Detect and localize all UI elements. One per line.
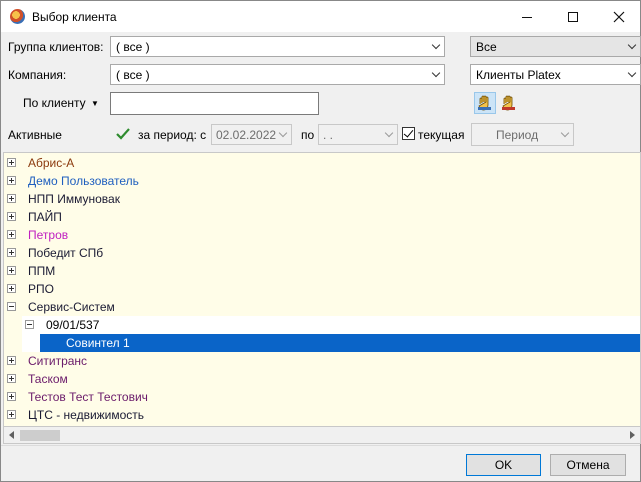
tree-row[interactable]: Сервис-Систем [4,298,640,316]
tree-row-label: Победит СПб [28,246,104,260]
group-label: Группа клиентов: [8,40,104,54]
tree-row[interactable]: 09/01/537 [4,316,640,334]
tree-row-label: Демо Пользователь [28,174,139,188]
client-tree[interactable]: Абрис-А Демо Пользователь НПП Иммуновак ПАЙ… [3,152,641,427]
period-to-label: по [301,128,315,142]
expand-icon[interactable] [7,374,16,383]
tree-row-label: Абрис-А [28,156,75,170]
tree-row[interactable]: ПАЙП [4,208,640,226]
tree-row[interactable]: Сититранс [4,352,640,370]
tree-row-label: ППМ [28,264,56,278]
tree-row-label: НПП Иммуновак [28,192,120,206]
current-label: текущая [418,128,465,142]
tree-row[interactable]: Тестов Тест Тестович [4,388,640,406]
group-combo[interactable]: ( все ) [110,36,445,57]
window-title: Выбор клиента [32,10,117,24]
tree-row[interactable]: Демо Пользователь [4,172,640,190]
tree-row-label: ПАЙП [28,210,62,224]
company-label: Компания: [8,68,67,82]
date-from-value: 02.02.2022 [216,128,277,142]
collapse-icon[interactable] [25,320,34,329]
hand-deselect-button[interactable] [498,92,520,114]
maximize-button[interactable] [550,1,596,33]
expand-icon[interactable] [7,392,16,401]
company-combo-value: ( все ) [116,68,150,82]
close-icon [613,11,625,23]
tree-row-label: Таском [28,372,68,386]
ok-button[interactable]: OK [466,454,541,476]
caret-down-icon: ▼ [91,99,99,108]
tree-row-label: Петров [28,228,69,242]
tree-row[interactable]: НПП Иммуновак [4,190,640,208]
tree-row-label: Сититранс [28,354,88,368]
client-type-combo[interactable]: Клиенты Platex [470,64,641,85]
tree-row-selected[interactable]: Совинтел 1 [4,334,640,352]
tree-row[interactable]: Абрис-А [4,154,640,172]
expand-icon[interactable] [7,230,16,239]
tree-row[interactable]: Таском [4,370,640,388]
tree-row[interactable]: Петров [4,226,640,244]
minimize-icon [522,16,532,18]
chevron-down-icon [432,42,441,51]
hand-select-button[interactable] [474,92,496,114]
tree-row-label: ЦТС - недвижимость [28,408,145,422]
date-from-picker[interactable]: 02.02.2022 [211,124,292,145]
expand-icon[interactable] [7,176,16,185]
hand-icon [502,95,515,111]
expand-icon[interactable] [7,212,16,221]
horizontal-scrollbar[interactable] [3,427,641,444]
collapse-icon[interactable] [7,302,16,311]
current-checkbox[interactable] [402,127,415,140]
status-combo-value: Все [476,40,497,54]
tree-row-label: Сервис-Систем [28,300,115,314]
tree-row-label: РПО [28,282,54,296]
period-button[interactable]: Период [471,123,574,146]
date-to-value: . . [323,128,334,142]
scroll-right-icon[interactable] [630,431,635,439]
by-client-dropdown[interactable]: По клиенту ▼ [23,96,99,110]
minimize-button[interactable] [504,1,550,33]
period-button-label: Период [496,128,539,142]
expand-icon[interactable] [7,266,16,275]
hand-icon [478,95,491,111]
tree-row-label: 09/01/537 [46,318,100,332]
app-icon [10,9,25,24]
chevron-down-icon [385,130,394,139]
group-combo-value: ( все ) [116,40,150,54]
footer-divider [1,445,640,446]
cancel-button[interactable]: Отмена [550,454,626,476]
expand-icon[interactable] [7,410,16,419]
tree-row[interactable]: ППМ [4,262,640,280]
client-type-combo-value: Клиенты Platex [476,68,561,82]
dialog-body: Группа клиентов: ( все ) Все Компания: (… [0,32,641,482]
expand-icon[interactable] [7,248,16,257]
tree-row-label: Тестов Тест Тестович [28,390,148,404]
chevron-down-icon [279,130,288,139]
tree-row[interactable]: Победит СПб [4,244,640,262]
date-to-picker[interactable]: . . [318,124,398,145]
tree-row[interactable]: ЦТС - недвижимость [4,406,640,424]
by-client-label: По клиенту [23,96,86,110]
checkmark-icon [116,128,130,140]
expand-icon[interactable] [7,158,16,167]
expand-icon[interactable] [7,284,16,293]
chevron-down-icon [432,70,441,79]
close-button[interactable] [596,1,641,33]
chevron-down-icon [561,130,570,139]
title-bar: Выбор клиента [0,0,641,32]
maximize-icon [568,12,578,22]
chevron-down-icon [628,70,637,79]
chevron-down-icon [628,42,637,51]
client-search-input[interactable] [110,92,319,115]
company-combo[interactable]: ( все ) [110,64,445,85]
tree-row-label: Совинтел 1 [66,336,130,350]
expand-icon[interactable] [7,194,16,203]
expand-icon[interactable] [7,356,16,365]
status-combo[interactable]: Все [470,36,641,57]
period-from-label: за период: с [138,128,207,142]
active-label: Активные [8,128,62,142]
scroll-left-icon[interactable] [9,431,14,439]
tree-row[interactable]: РПО [4,280,640,298]
scrollbar-thumb[interactable] [20,430,60,441]
